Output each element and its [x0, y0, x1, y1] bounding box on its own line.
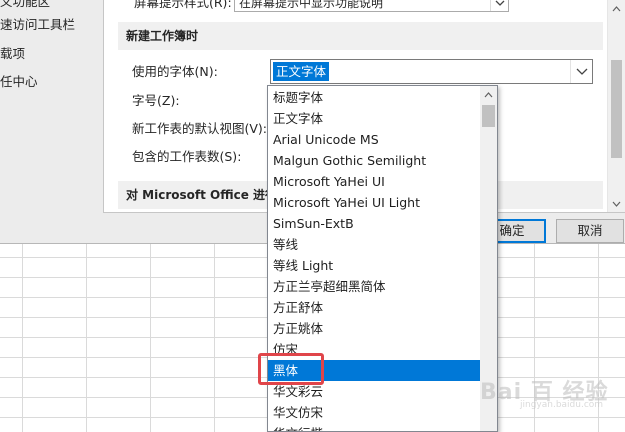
screentip-style-label: 屏幕提示样式(R):: [134, 0, 232, 10]
font-select[interactable]: 正文字体: [270, 59, 593, 84]
grid-line: [150, 244, 151, 432]
screentip-style-select[interactable]: 在屏幕提示中显示功能说明: [234, 0, 509, 12]
sidebar-item-trust-center[interactable]: 任中心: [0, 72, 38, 92]
font-option[interactable]: 标题字体: [268, 87, 480, 108]
section-new-workbook: 新建工作簿时: [118, 22, 603, 50]
font-dropdown-list[interactable]: 标题字体 正文字体 Arial Unicode MS Malgun Gothic…: [267, 85, 498, 432]
grid-line: [22, 244, 23, 432]
scrollbar-thumb[interactable]: [611, 60, 622, 158]
font-option[interactable]: Microsoft YaHei UI Light: [268, 192, 480, 213]
grid-line: [598, 244, 599, 432]
grid-line: [214, 244, 215, 432]
font-option-selected[interactable]: 黑体: [268, 360, 480, 381]
grid-line: [534, 244, 535, 432]
sidebar-item-quick-access-toolbar[interactable]: 速访问工具栏: [0, 15, 75, 35]
cancel-button[interactable]: 取消: [556, 219, 624, 243]
font-option[interactable]: 华文行楷: [268, 423, 480, 431]
font-option[interactable]: Malgun Gothic Semilight: [268, 150, 480, 171]
font-option-list: 标题字体 正文字体 Arial Unicode MS Malgun Gothic…: [268, 87, 480, 431]
font-option[interactable]: Microsoft YaHei UI: [268, 171, 480, 192]
font-option[interactable]: 华文仿宋: [268, 402, 480, 423]
font-label: 使用的字体(N):: [132, 64, 218, 79]
scroll-up-icon[interactable]: [480, 86, 497, 103]
chevron-down-icon[interactable]: [490, 0, 508, 11]
sheet-count-label: 包含的工作表数(S):: [132, 149, 242, 164]
font-option[interactable]: 等线: [268, 234, 480, 255]
dropdown-scrollbar[interactable]: [480, 86, 497, 431]
font-option[interactable]: 正文字体: [268, 108, 480, 129]
font-option[interactable]: 方正姚体: [268, 318, 480, 339]
scroll-down-icon[interactable]: [608, 195, 625, 212]
font-size-label: 字号(Z):: [132, 93, 180, 108]
scrollbar-thumb[interactable]: [482, 105, 495, 127]
font-option[interactable]: 方正兰亭超细黑简体: [268, 276, 480, 297]
font-option[interactable]: 华文彩云: [268, 381, 480, 402]
sidebar-item-customize-ribbon[interactable]: 义功能区: [0, 0, 50, 12]
font-option[interactable]: 方正舒体: [268, 297, 480, 318]
font-option[interactable]: 等线 Light: [268, 255, 480, 276]
font-option[interactable]: SimSun-ExtB: [268, 213, 480, 234]
screentip-style-value: 在屏幕提示中显示功能说明: [239, 0, 384, 10]
chevron-down-icon[interactable]: [570, 60, 592, 83]
default-view-label: 新工作表的默认视图(V):: [132, 121, 268, 136]
options-scrollbar[interactable]: [607, 0, 625, 212]
sidebar-item-add-ins[interactable]: 载项: [0, 44, 25, 64]
font-option[interactable]: 仿宋: [268, 339, 480, 360]
grid-line: [86, 244, 87, 432]
scroll-up-icon[interactable]: [608, 0, 625, 17]
font-select-value: 正文字体: [273, 62, 330, 81]
font-option[interactable]: Arial Unicode MS: [268, 129, 480, 150]
